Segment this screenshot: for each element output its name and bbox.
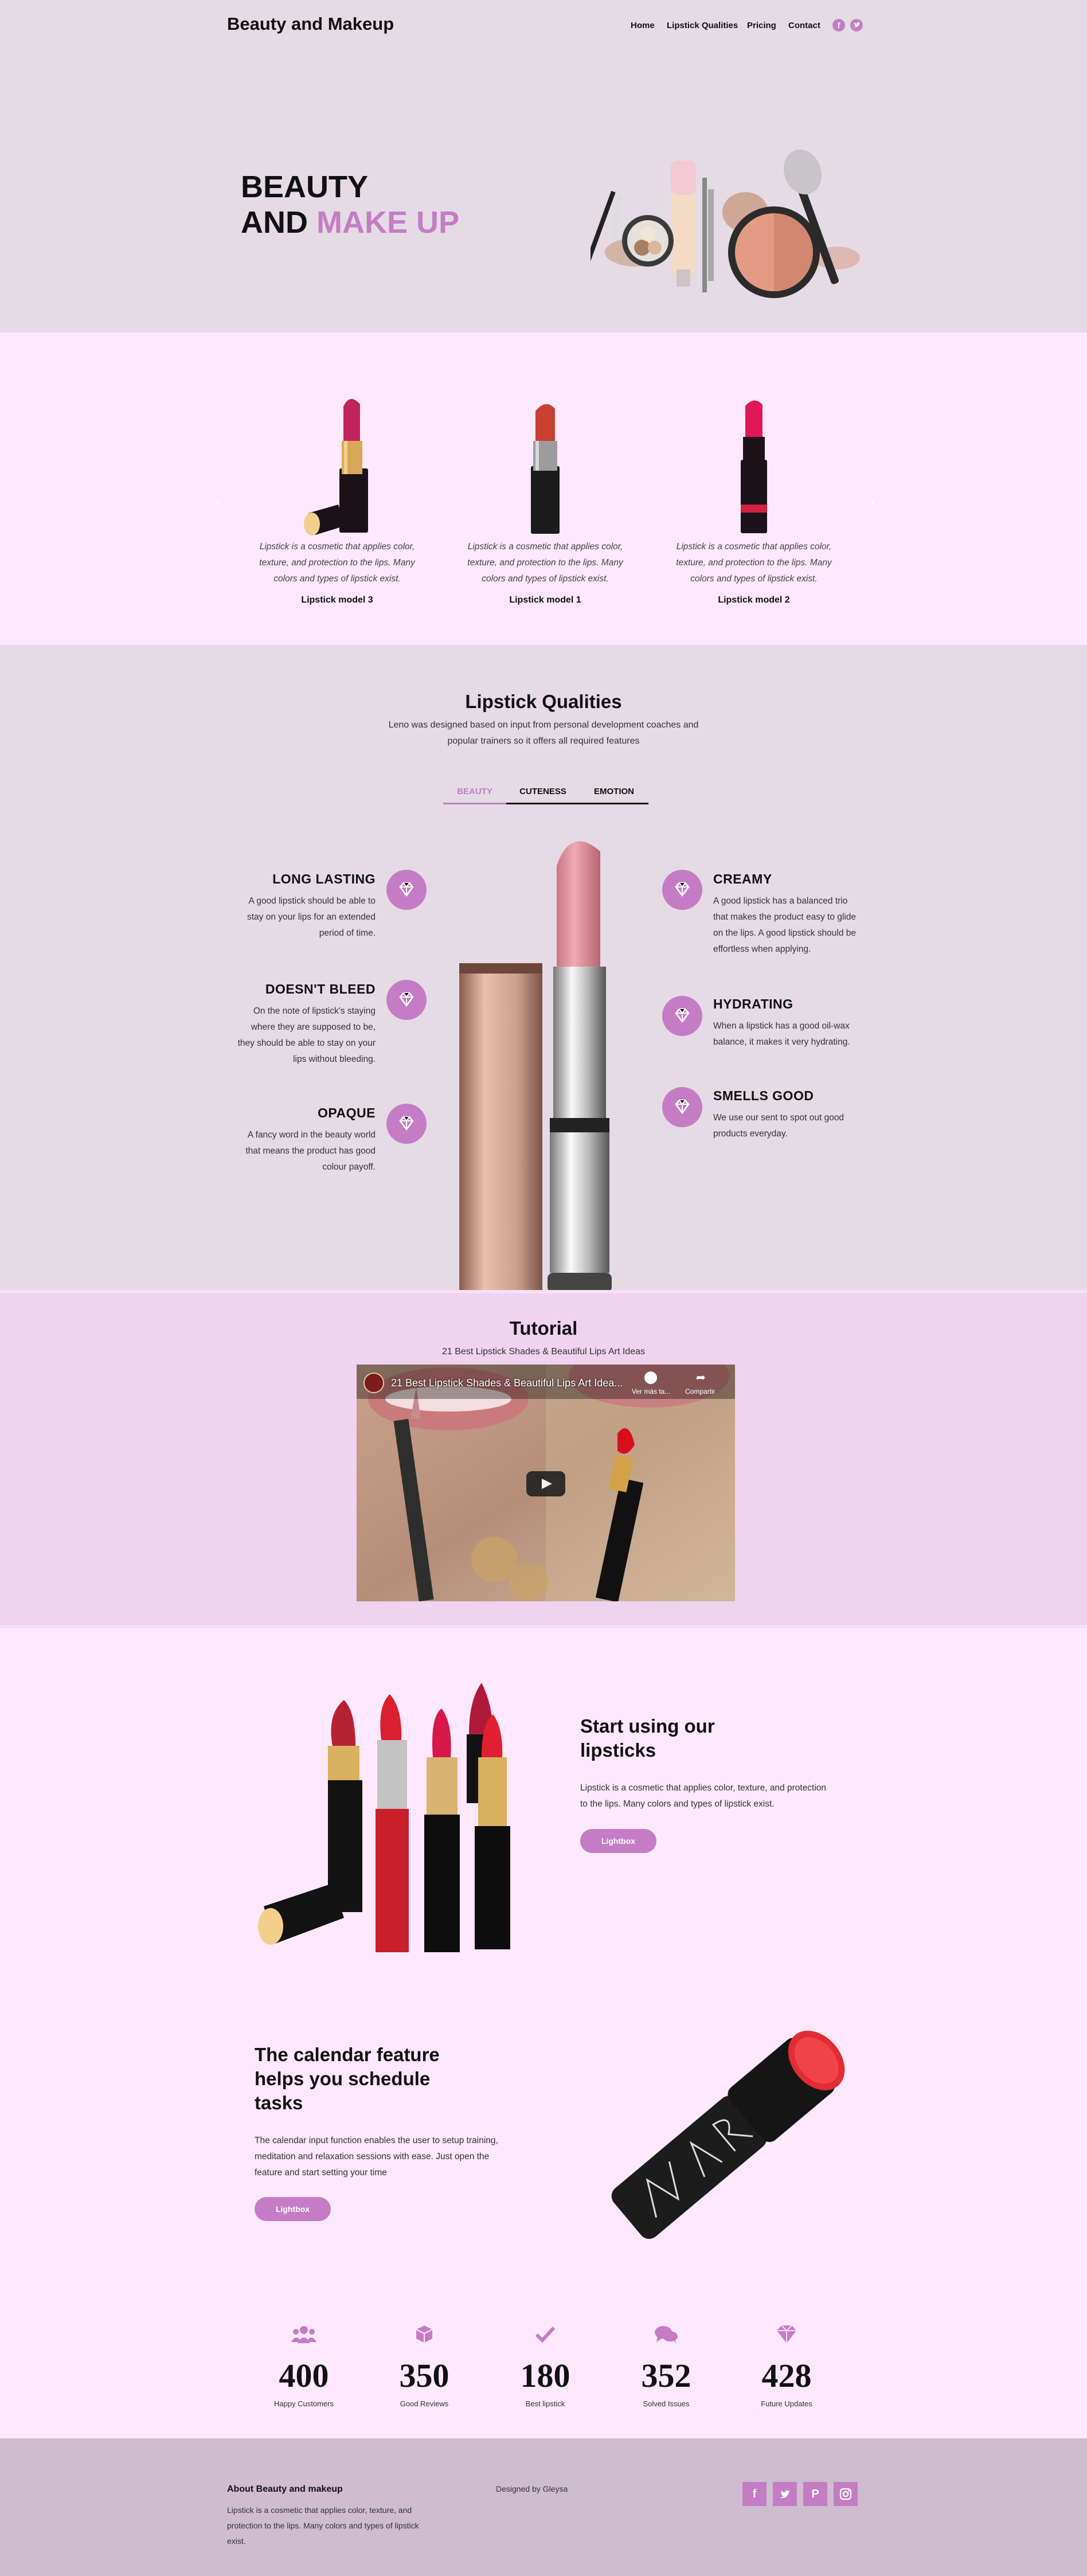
footer-instagram-icon[interactable] <box>834 2482 858 2506</box>
footer-pinterest-icon[interactable]: P <box>803 2482 827 2506</box>
footer-facebook-icon[interactable]: f <box>742 2482 767 2506</box>
stat-value: 350 <box>399 2357 449 2394</box>
start-text: Lipstick is a cosmetic that applies colo… <box>580 1783 827 1809</box>
feature-title: LONG LASTING <box>272 871 376 886</box>
product-description: Lipstick is a cosmetic that applies colo… <box>467 542 623 584</box>
stat-label: Solved Issues <box>643 2399 690 2408</box>
clock-icon[interactable] <box>644 1371 657 1384</box>
tab-beauty[interactable]: BEAUTY <box>443 783 506 804</box>
nav-lipstick-qualities[interactable]: Lipstick Qualities <box>667 21 738 30</box>
site-header: Beauty and Makeup Home Lipstick Qualitie… <box>0 0 1087 52</box>
start-lightbox-button[interactable]: Lightbox <box>580 1829 656 1853</box>
stat-value: 352 <box>641 2357 691 2394</box>
products-section: ‹ › Lipstick is a cosmetic that applies … <box>0 333 1087 645</box>
lipstick-model-2-image[interactable] <box>728 396 780 536</box>
diamond-icon <box>386 1104 427 1144</box>
site-title[interactable]: Beauty and Makeup <box>227 14 394 34</box>
makeup-products-image <box>591 149 860 298</box>
diamond-icon <box>386 870 427 910</box>
tutorial-title: Tutorial <box>509 1318 578 1339</box>
calendar-title: The calendar feature helps you schedule ta… <box>255 2044 440 2113</box>
feature-title: OPAQUE <box>318 1105 376 1120</box>
tutorial-subtitle: 21 Best Lipstick Shades & Beautiful Lips… <box>442 1347 645 1357</box>
footer-about-text: Lipstick is a cosmetic that applies colo… <box>227 2505 419 2546</box>
tutorial-section: Tutorial 21 Best Lipstick Shades & Beaut… <box>0 1290 1087 1628</box>
hero-title: BEAUTY AND MAKE UP <box>241 169 459 240</box>
qualities-subtitle-line2: popular trainers so it offers all requir… <box>447 736 640 746</box>
nav-pricing[interactable]: Pricing <box>747 21 776 30</box>
stat-label: Future Updates <box>761 2399 812 2408</box>
hero-title-line1: BEAUTY <box>241 170 369 204</box>
feature-title: SMELLS GOOD <box>713 1088 814 1103</box>
stat-label: Happy Customers <box>273 2399 334 2408</box>
feature-title: DOESN'T BLEED <box>265 982 376 996</box>
check-icon <box>488 2325 603 2346</box>
diamond-icon <box>662 996 702 1036</box>
product-description: Lipstick is a cosmetic that applies colo… <box>259 542 415 584</box>
tab-cuteness[interactable]: CUTENESS <box>506 783 580 804</box>
tab-emotion[interactable]: EMOTION <box>580 783 648 804</box>
footer-designed-by: Designed by Gleysa <box>496 2484 568 2493</box>
diamond-icon <box>662 1087 702 1127</box>
play-button[interactable] <box>526 1471 565 1496</box>
feature-title: HYDRATING <box>713 996 793 1011</box>
share-icon[interactable]: ➦ <box>696 1370 706 1385</box>
hero-title-and: AND <box>241 205 316 240</box>
product-name[interactable]: Lipstick model 3 <box>251 595 423 605</box>
hero-section: BEAUTY AND MAKE UP <box>0 52 1087 333</box>
feature-text: A good lipstick has a balanced trio that … <box>713 896 857 954</box>
lipstick-model-3-image[interactable] <box>298 393 378 536</box>
twitter-icon[interactable] <box>850 19 863 32</box>
start-title: Start using our lipsticks <box>580 1715 715 1761</box>
channel-avatar[interactable] <box>363 1373 384 1393</box>
lipstick-model-1-image[interactable] <box>516 398 573 536</box>
product-description: Lipstick is a cosmetic that applies colo… <box>676 542 832 584</box>
hero-title-makeup: MAKE UP <box>316 205 460 240</box>
calendar-lightbox-button[interactable]: Lightbox <box>255 2197 331 2221</box>
stat-label: Best lipstick <box>525 2399 565 2408</box>
feature-text: A fancy word in the beauty world that mea… <box>245 1130 376 1172</box>
stat-value: 180 <box>520 2357 570 2394</box>
feature-text: A good lipstick should be able to stay on… <box>247 896 376 938</box>
carousel-prev-button[interactable]: ‹ <box>216 495 220 510</box>
qualities-section: Lipstick Qualities Leno was designed bas… <box>0 645 1087 1293</box>
hero-title-line2: AND MAKE UP <box>241 205 459 240</box>
cube-icon <box>367 2324 482 2347</box>
qualities-title: Lipstick Qualities <box>465 691 622 712</box>
nars-lipstick-image <box>611 2030 845 2239</box>
feature-text: When a lipstick has a good oil-wax balanc… <box>713 1021 850 1047</box>
stat-value: 428 <box>761 2357 812 2394</box>
qualities-subtitle-line1: Leno was designed based on input from pe… <box>388 720 699 730</box>
diamond-icon <box>662 870 702 910</box>
stat-value: 400 <box>279 2357 329 2394</box>
diamond-icon <box>729 2324 844 2347</box>
facebook-icon[interactable]: f <box>832 19 845 32</box>
calendar-text: The calendar input function enables the … <box>255 2136 498 2178</box>
video-player[interactable]: 21 Best Lipstick Shades & Beautiful Lips… <box>357 1365 735 1601</box>
feature-text: On the note of lipstick's staying where t… <box>237 1006 376 1064</box>
video-title[interactable]: 21 Best Lipstick Shades & Beautiful Lips… <box>391 1377 623 1389</box>
start-section: Start using our lipsticks Lipstick is a c… <box>0 1628 1087 2438</box>
feature-title: CREAMY <box>713 871 772 886</box>
feature-text: We use our sent to spot out good products… <box>713 1113 844 1139</box>
lipsticks-group-image <box>258 1683 510 1952</box>
nav-contact[interactable]: Contact <box>788 21 820 30</box>
watch-later-label[interactable]: Ver más ta... <box>632 1387 670 1396</box>
footer-twitter-icon[interactable] <box>773 2482 797 2506</box>
qualities-tabs: BEAUTY CUTENESS EMOTION <box>443 783 648 804</box>
diamond-icon <box>386 980 427 1020</box>
nav-home[interactable]: Home <box>631 21 655 30</box>
share-label[interactable]: Compartir <box>685 1387 715 1396</box>
stat-label: Good Reviews <box>400 2399 449 2408</box>
product-name[interactable]: Lipstick model 2 <box>668 595 840 605</box>
footer: About Beauty and makeup Lipstick is a co… <box>0 2438 1087 2576</box>
users-icon <box>247 2325 361 2347</box>
product-name[interactable]: Lipstick model 1 <box>459 595 631 605</box>
carousel-next-button[interactable]: › <box>870 495 874 510</box>
footer-about-title: About Beauty and makeup <box>227 2484 343 2494</box>
comments-icon <box>609 2325 724 2347</box>
lipstick-center-image <box>459 841 612 1293</box>
